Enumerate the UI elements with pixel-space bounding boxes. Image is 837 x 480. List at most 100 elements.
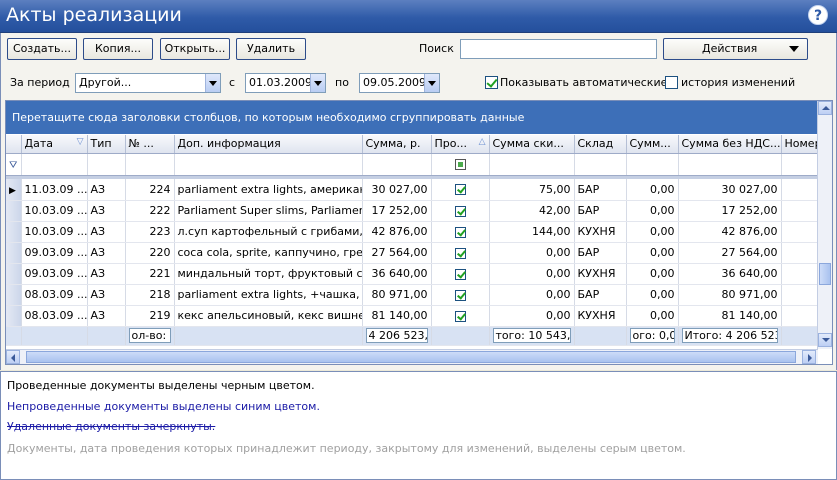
table-row[interactable]: 08.03.09 ... АЗ 218 parliament extra lights…	[6, 284, 819, 306]
table-cell[interactable]: 0,00	[626, 179, 679, 201]
posted-checkbox[interactable]	[454, 205, 466, 217]
table-cell[interactable]: АЗ	[87, 263, 126, 285]
table-cell[interactable]: 42,00	[489, 200, 575, 222]
table-cell[interactable]: АЗ	[87, 242, 126, 264]
copy-button[interactable]: Копия...	[83, 38, 153, 60]
table-cell[interactable]: БАР	[574, 200, 627, 222]
open-button[interactable]: Открыть...	[160, 38, 230, 60]
table-cell[interactable]: 75,00	[489, 179, 575, 201]
chevron-down-icon[interactable]	[424, 74, 439, 92]
filter-posted-checkbox[interactable]	[454, 159, 466, 170]
filter-cell[interactable]	[362, 153, 432, 176]
table-cell[interactable]: coca cola, sprite, каппучино, грей...	[174, 242, 363, 264]
posted-checkbox[interactable]	[454, 247, 466, 259]
delete-button[interactable]: Удалить	[236, 38, 306, 60]
table-cell[interactable]	[431, 200, 490, 222]
table-cell[interactable]: 0,00	[489, 242, 575, 264]
filter-cell[interactable]	[431, 153, 490, 176]
table-row[interactable]: 09.03.09 ... АЗ 221 миндальный торт, фрукто…	[6, 263, 819, 285]
table-cell[interactable]: Parliament Super slims, Parliament ...	[174, 200, 363, 222]
filter-cell[interactable]	[21, 153, 88, 176]
table-cell[interactable]: 08.03.09 ...	[21, 305, 88, 327]
horizontal-scrollbar[interactable]	[6, 349, 818, 364]
help-icon[interactable]: ?	[808, 5, 828, 25]
column-header-store[interactable]: Склад	[574, 135, 627, 154]
table-cell[interactable]: кекс апельсиновый, кекс вишне...	[174, 305, 363, 327]
table-cell[interactable]: 09.03.09 ...	[21, 263, 88, 285]
filter-cell[interactable]	[87, 153, 126, 176]
table-cell[interactable]: миндальный торт, фруктовый са...	[174, 263, 363, 285]
table-cell[interactable]: 0,00	[489, 263, 575, 285]
table-cell[interactable]: 10.03.09 ...	[21, 221, 88, 243]
table-cell[interactable]	[431, 305, 490, 327]
chevron-down-icon[interactable]	[310, 74, 325, 92]
table-row[interactable]: 09.03.09 ... АЗ 220 coca cola, sprite, капп…	[6, 242, 819, 264]
table-cell[interactable]: КУХНЯ	[574, 305, 627, 327]
table-row[interactable]: 08.03.09 ... АЗ 219 кекс апельсиновый, кекс…	[6, 305, 819, 327]
show-auto-checkbox[interactable]	[485, 76, 498, 89]
posted-checkbox[interactable]	[454, 184, 466, 196]
column-header-info[interactable]: Доп. информация	[174, 135, 363, 154]
table-cell[interactable]: 220	[125, 242, 175, 264]
filter-cell[interactable]	[678, 153, 782, 176]
scroll-left-button[interactable]	[6, 350, 20, 364]
table-cell[interactable]: КУХНЯ	[574, 263, 627, 285]
actions-button[interactable]: Действия	[663, 38, 808, 60]
row-selector[interactable]	[6, 200, 22, 222]
table-cell[interactable]: 81 140,00	[678, 305, 782, 327]
table-cell[interactable]: 80 971,00	[362, 284, 432, 306]
table-cell[interactable]: АЗ	[87, 284, 126, 306]
table-cell[interactable]: АЗ	[87, 221, 126, 243]
column-header-number[interactable]: № ...	[125, 135, 175, 154]
table-cell[interactable]: 10.03.09 ...	[21, 200, 88, 222]
table-cell[interactable]: 0,00	[626, 284, 679, 306]
table-cell[interactable]: 0,00	[626, 200, 679, 222]
table-cell[interactable]: 0,00	[626, 221, 679, 243]
table-cell[interactable]: 08.03.09 ...	[21, 284, 88, 306]
table-cell[interactable]	[781, 221, 819, 243]
row-selector[interactable]	[6, 263, 22, 285]
table-cell[interactable]: 17 252,00	[678, 200, 782, 222]
table-cell[interactable]	[431, 284, 490, 306]
filter-cell[interactable]	[781, 153, 819, 176]
table-cell[interactable]: БАР	[574, 179, 627, 201]
column-header-posted[interactable]: Про... △	[431, 135, 490, 154]
table-cell[interactable]	[431, 242, 490, 264]
column-header-no-vat[interactable]: Сумма без НДС...	[678, 135, 782, 154]
column-header-doc-number[interactable]: Номер	[781, 135, 819, 154]
filter-cell[interactable]	[174, 153, 363, 176]
scroll-right-button[interactable]	[802, 350, 816, 364]
table-cell[interactable]: 42 876,00	[678, 221, 782, 243]
filter-cell[interactable]	[574, 153, 627, 176]
chevron-down-icon[interactable]	[205, 74, 220, 92]
table-cell[interactable]: 219	[125, 305, 175, 327]
table-cell[interactable]: КУХНЯ	[574, 221, 627, 243]
table-cell[interactable]: 30 027,00	[362, 179, 432, 201]
table-cell[interactable]: 0,00	[626, 305, 679, 327]
create-button[interactable]: Создать...	[7, 38, 77, 60]
table-cell[interactable]: БАР	[574, 284, 627, 306]
table-cell[interactable]: АЗ	[87, 200, 126, 222]
table-cell[interactable]: 224	[125, 179, 175, 201]
table-cell[interactable]: 42 876,00	[362, 221, 432, 243]
date-to-field[interactable]: 09.05.2009	[359, 73, 440, 93]
table-cell[interactable]: parliament extra lights, американо...	[174, 179, 363, 201]
column-header-vat[interactable]: Сумм...	[626, 135, 679, 154]
column-header-sum[interactable]: Сумма, р.	[362, 135, 432, 154]
row-selector[interactable]	[6, 221, 22, 243]
table-cell[interactable]: 0,00	[489, 305, 575, 327]
table-cell[interactable]: parliament extra lights, +чашка, л...	[174, 284, 363, 306]
horizontal-scroll-thumb[interactable]	[26, 351, 796, 363]
table-cell[interactable]: БАР	[574, 242, 627, 264]
table-cell[interactable]: 222	[125, 200, 175, 222]
scroll-up-button[interactable]	[818, 101, 832, 115]
table-cell[interactable]	[781, 305, 819, 327]
table-cell[interactable]: л.суп картофельный с грибами, ...	[174, 221, 363, 243]
table-cell[interactable]	[781, 284, 819, 306]
date-from-field[interactable]: 01.03.2009	[245, 73, 326, 93]
scroll-down-button[interactable]	[818, 333, 832, 347]
column-header-discount[interactable]: Сумма ски...	[489, 135, 575, 154]
table-cell[interactable]: 0,00	[489, 284, 575, 306]
posted-checkbox[interactable]	[454, 226, 466, 238]
table-cell[interactable]: 27 564,00	[678, 242, 782, 264]
